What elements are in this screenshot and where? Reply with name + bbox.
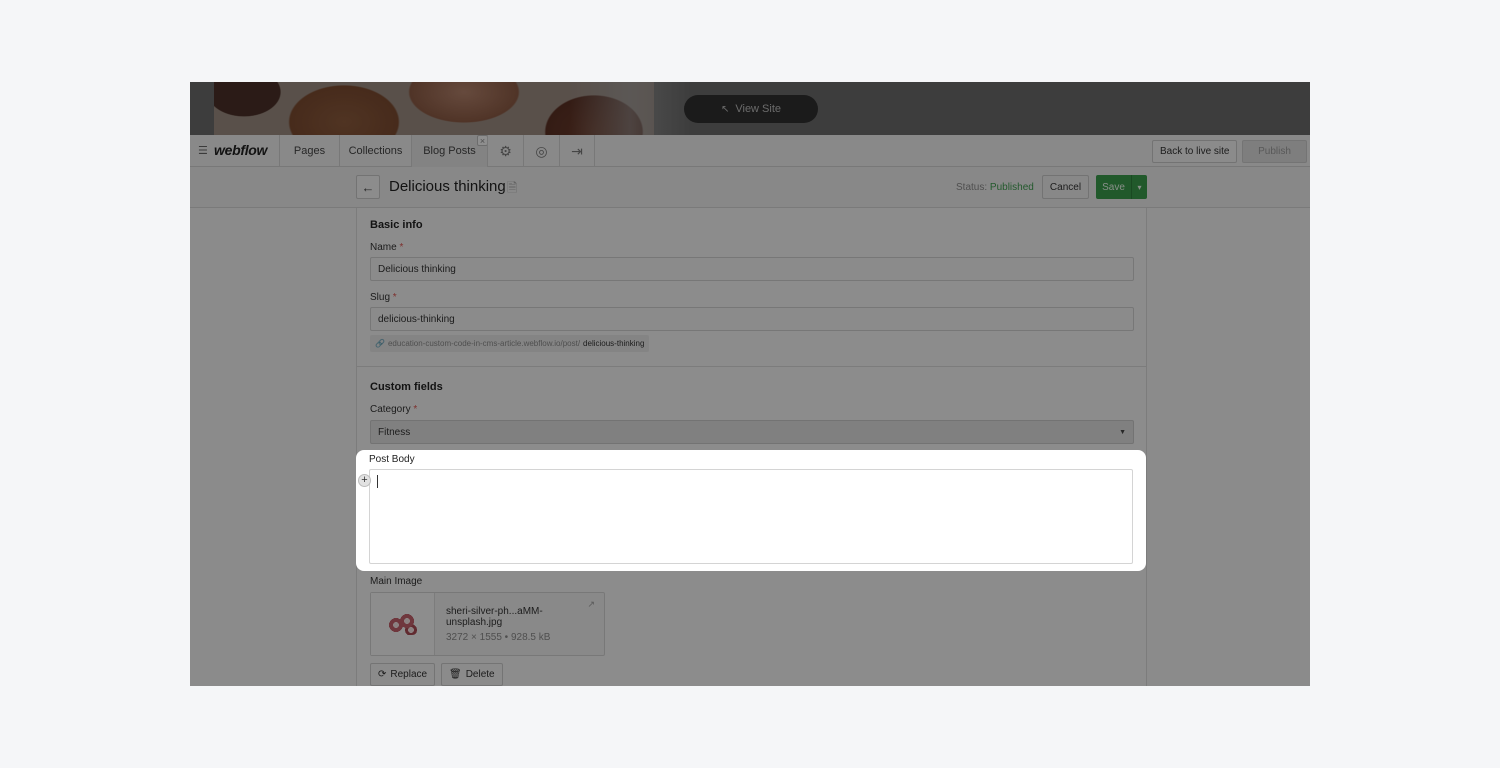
add-content-plus-icon[interactable]: + xyxy=(358,474,371,487)
post-body-field-highlight: Post Body + xyxy=(356,450,1146,571)
text-cursor xyxy=(377,475,378,488)
post-body-rich-text-editor[interactable] xyxy=(369,469,1133,564)
dim-overlay xyxy=(190,82,1310,686)
webflow-editor-screenshot: ↖ View Site ☰ webflow Pages Collections … xyxy=(190,82,1310,686)
post-body-label: Post Body xyxy=(369,454,415,465)
